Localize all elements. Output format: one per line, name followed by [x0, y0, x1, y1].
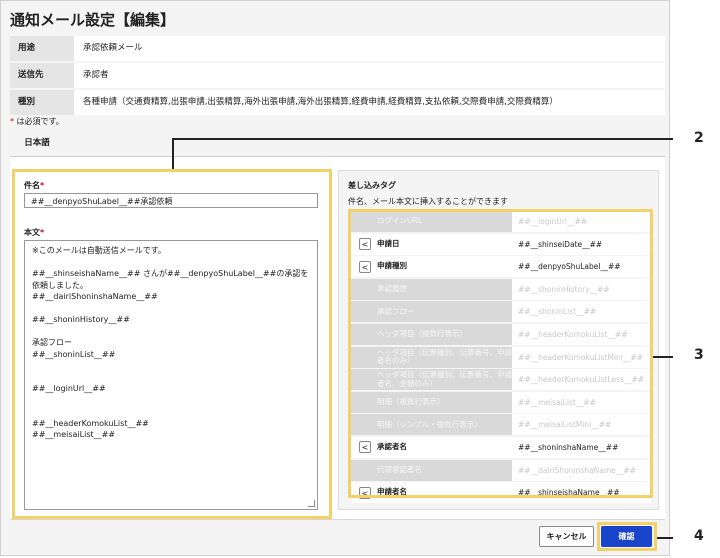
- info-row-type: 種別 各種申請（交通費精算,出張申請,出張精算,海外出張申請,海外出張精算,経費…: [10, 90, 665, 115]
- required-note: * は必須です。: [10, 116, 64, 127]
- subject-label: 件名*: [24, 180, 44, 191]
- body-line: [32, 303, 310, 315]
- callout-line-2-drop: [172, 138, 174, 169]
- callout-number-3: 3: [694, 347, 704, 363]
- info-table: 用途 承認依頼メール 送信先 承認者 種別 各種申請（交通費精算,出張申請,出張…: [10, 36, 665, 117]
- body-label-text: 本文: [24, 228, 40, 237]
- body-line: ##__headerKomokuList__##: [32, 418, 149, 428]
- body-line: [32, 257, 310, 269]
- body-label: 本文*: [24, 227, 44, 238]
- callout-line-2: [172, 138, 673, 140]
- body-line: ##__meisaiList__##: [32, 430, 116, 439]
- info-value: 承認者: [83, 70, 109, 80]
- callout-number-2: 2: [694, 130, 704, 146]
- info-key: 用途: [10, 36, 74, 61]
- body-line: ##__loginUrl__##: [32, 384, 106, 393]
- body-line: [32, 326, 310, 338]
- body-line: ##__shoninList__##: [32, 349, 116, 359]
- required-star: *: [40, 228, 45, 237]
- callout-line-4: [657, 537, 673, 539]
- footer-divider: [10, 519, 665, 520]
- highlight-box-tags: [348, 209, 653, 498]
- body-line: ##__shoninHistory__##: [32, 315, 130, 324]
- body-line: ##__shinseishaName__## さんが##__denpyoShuL…: [32, 269, 309, 290]
- callout-line-3: [653, 356, 673, 358]
- info-row-recipient: 送信先 承認者: [10, 63, 665, 88]
- body-line: [32, 406, 310, 418]
- highlight-box-confirm: [597, 522, 657, 551]
- subject-input[interactable]: ##__denpyoShuLabel__##承認依頼: [24, 193, 318, 208]
- info-key: 種別: [10, 90, 74, 115]
- body-line: [32, 372, 310, 384]
- subject-label-text: 件名: [24, 181, 40, 190]
- tab-japanese[interactable]: 日本語: [10, 130, 64, 158]
- info-value: 各種申請（交通費精算,出張申請,出張精算,海外出張申請,海外出張精算,経費申請,…: [83, 97, 558, 107]
- body-line: 承認フロー: [32, 338, 72, 347]
- info-key: 送信先: [10, 63, 74, 88]
- callout-number-4: 4: [694, 528, 704, 544]
- cancel-button[interactable]: キャンセル: [539, 526, 594, 547]
- required-note-text: は必須です。: [14, 117, 64, 126]
- merge-tag-description: 件名、メール本文に挿入することができます: [348, 197, 508, 206]
- required-star: *: [40, 181, 45, 190]
- info-row-usage: 用途 承認依頼メール: [10, 36, 665, 61]
- merge-tag-title: 差し込みタグ: [348, 181, 396, 190]
- body-line: ※このメールは自動送信メールです。: [32, 246, 166, 255]
- info-value: 承認依頼メール: [83, 43, 143, 53]
- body-line: [32, 395, 310, 407]
- page-title: 通知メール設定【編集】: [10, 11, 176, 29]
- body-line: [32, 360, 310, 372]
- resize-grip-icon[interactable]: [308, 500, 315, 507]
- body-line: ##__dairiShoninshaName__##: [32, 292, 158, 301]
- body-textarea[interactable]: ※このメールは自動送信メールです。 ##__shinseishaName__##…: [24, 240, 318, 510]
